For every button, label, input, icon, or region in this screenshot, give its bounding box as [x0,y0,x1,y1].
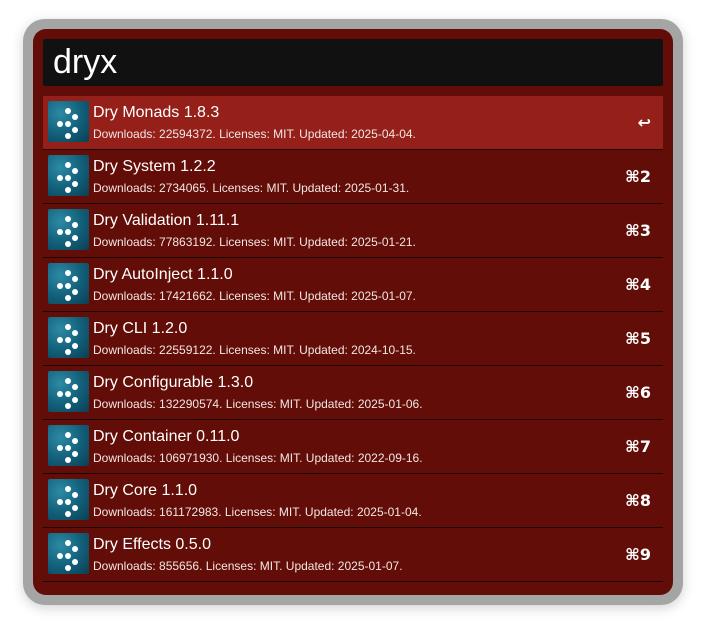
result-row[interactable]: Dry Effects 0.5.0 Downloads: 855656. Lice… [43,528,663,582]
result-title: Dry Core 1.1.0 [93,482,198,499]
shortcut-hint: ⌘3 [625,221,651,240]
result-title: Dry Monads 1.8.3 [93,104,220,121]
result-title: Dry AutoInject 1.1.0 [93,266,233,283]
result-subtitle: Downloads: 22594372. Licenses: MIT. Upda… [93,127,416,141]
shortcut-hint: ⌘4 [625,275,651,294]
shortcut-hint: ⌘6 [625,383,651,402]
result-title: Dry Validation 1.11.1 [93,212,240,229]
result-subtitle: Downloads: 855656. Licenses: MIT. Update… [93,559,403,573]
result-row[interactable]: Dry AutoInject 1.1.0 Downloads: 17421662.… [43,258,663,312]
dry-rb-logo-icon [48,425,89,466]
dry-rb-logo-icon [48,155,89,196]
result-subtitle: Downloads: 161172983. Licenses: MIT. Upd… [93,505,422,519]
result-title: Dry System 1.2.2 [93,158,216,175]
result-subtitle: Downloads: 77863192. Licenses: MIT. Upda… [93,235,416,249]
result-subtitle: Downloads: 132290574. Licenses: MIT. Upd… [93,397,423,411]
dry-rb-logo-icon [48,101,89,142]
result-subtitle: Downloads: 106971930. Licenses: MIT. Upd… [93,451,423,465]
shortcut-hint: ⌘7 [625,437,651,456]
dry-rb-logo-icon [48,371,89,412]
result-title: Dry Effects 0.5.0 [93,536,211,553]
result-row[interactable]: Dry CLI 1.2.0 Downloads: 22559122. Licens… [43,312,663,366]
result-title: Dry Container 0.11.0 [93,428,240,445]
alfred-window: dryx Dry Monads 1.8.3 Downloads: 22594372… [23,19,683,605]
shortcut-hint: ⌘8 [625,491,651,510]
dry-rb-logo-icon [48,479,89,520]
shortcut-hint: ⌘9 [625,545,651,564]
result-subtitle: Downloads: 17421662. Licenses: MIT. Upda… [93,289,416,303]
return-key-hint: ↩ [637,113,651,132]
result-subtitle: Downloads: 22559122. Licenses: MIT. Upda… [93,343,416,357]
dry-rb-logo-icon [48,317,89,358]
shortcut-hint: ⌘2 [625,167,651,186]
result-row[interactable]: Dry Validation 1.11.1 Downloads: 77863192… [43,204,663,258]
dry-rb-logo-icon [48,533,89,574]
result-row[interactable]: Dry System 1.2.2 Downloads: 2734065. Lice… [43,150,663,204]
dry-rb-logo-icon [48,209,89,250]
result-row[interactable]: Dry Container 0.11.0 Downloads: 106971930… [43,420,663,474]
result-title: Dry CLI 1.2.0 [93,320,188,337]
result-subtitle: Downloads: 2734065. Licenses: MIT. Updat… [93,181,410,195]
result-row[interactable]: Dry Configurable 1.3.0 Downloads: 1322905… [43,366,663,420]
result-title: Dry Configurable 1.3.0 [93,374,254,391]
results-panel: dryx Dry Monads 1.8.3 Downloads: 22594372… [33,29,673,595]
result-row[interactable]: Dry Monads 1.8.3 Downloads: 22594372. Lic… [43,96,663,150]
dry-rb-logo-icon [48,263,89,304]
search-input[interactable]: dryx [43,39,663,86]
shortcut-hint: ⌘5 [625,329,651,348]
results-list: Dry Monads 1.8.3 Downloads: 22594372. Lic… [43,96,663,582]
result-row[interactable]: Dry Core 1.1.0 Downloads: 161172983. Lice… [43,474,663,528]
